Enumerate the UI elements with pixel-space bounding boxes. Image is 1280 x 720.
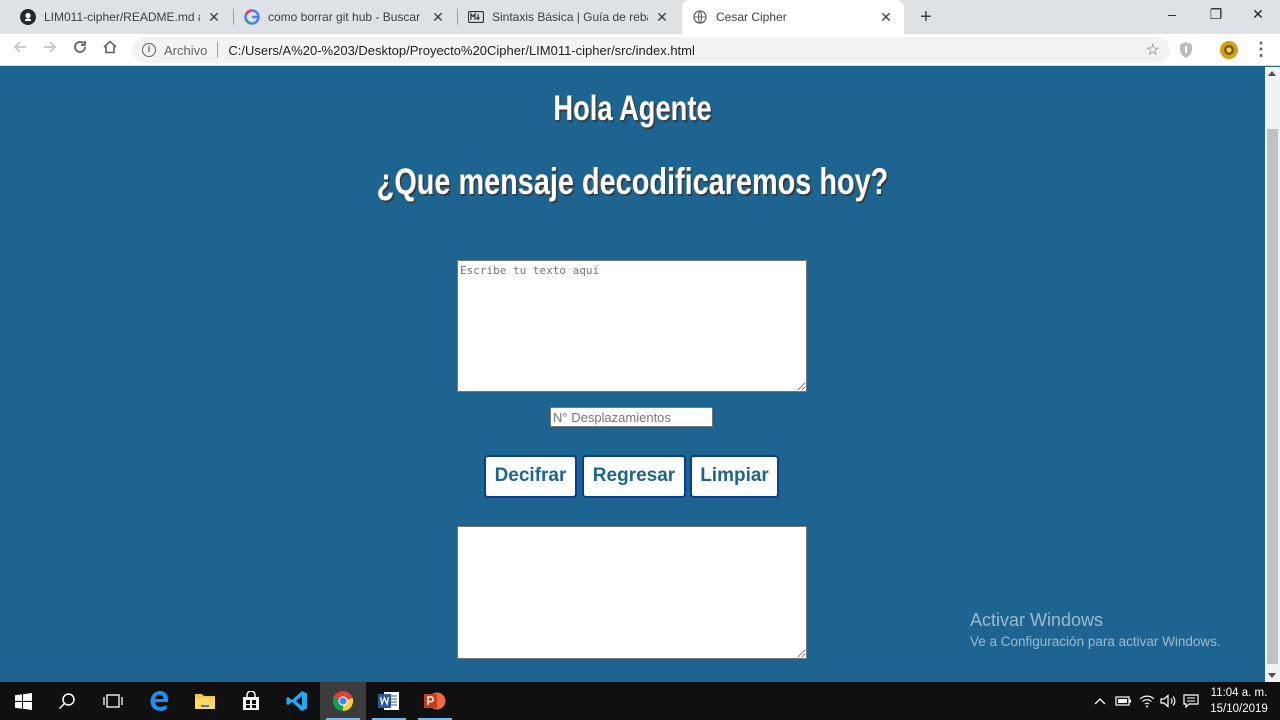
tab-strip: LIM011-cipher/README.md at m ✕ como borr… (0, 0, 1280, 34)
close-icon[interactable]: ✕ (430, 9, 446, 26)
action-center-icon (1183, 694, 1199, 708)
show-hidden-icons[interactable] (1094, 682, 1106, 720)
page-content: Hola Agente ¿Que mensaje decodificaremos… (0, 67, 1265, 682)
markdown-icon (468, 9, 484, 25)
forward-arrow-icon (44, 41, 57, 53)
tab-cesar-cipher[interactable]: Cesar Cipher ✕ (682, 0, 904, 34)
close-window-button[interactable]: ✕ (1236, 0, 1280, 30)
profile-avatar-icon[interactable] (1220, 41, 1238, 59)
windows-taskbar: 11:04 a. m. 15/10/2019 (0, 682, 1280, 720)
restore-button[interactable]: ❐ (1194, 0, 1238, 30)
address-bar[interactable]: i Archivo C:/Users/A%20-%203/Desktop/Pro… (132, 37, 1170, 63)
address-separator (217, 42, 219, 58)
scroll-down-icon[interactable] (1268, 673, 1276, 678)
windows-start-icon (14, 692, 32, 710)
tab-title: Sintaxis Básica | Guía de rebajas (492, 10, 648, 24)
task-view-button[interactable] (90, 682, 136, 720)
word-app[interactable] (366, 682, 412, 720)
message-input[interactable] (457, 260, 807, 392)
volume-tray[interactable] (1160, 682, 1178, 720)
search-icon (58, 693, 75, 710)
shift-count-input[interactable] (550, 407, 713, 427)
task-view-icon (103, 694, 123, 708)
search-button[interactable] (44, 682, 90, 720)
greeting-heading: Hola Agente (553, 89, 712, 128)
vscode-icon (286, 691, 307, 711)
battery-tray[interactable] (1115, 682, 1133, 720)
scrollbar-thumb[interactable] (1267, 129, 1278, 664)
battery-plug-icon (1115, 696, 1131, 706)
home-button[interactable] (98, 38, 122, 62)
bookmark-star-icon[interactable]: ☆ (1146, 40, 1160, 60)
word-icon (378, 692, 399, 710)
tab-google-search[interactable]: como borrar git hub - Buscar cor ✕ (234, 0, 456, 34)
tab-markdown-guide[interactable]: Sintaxis Básica | Guía de rebajas ✕ (458, 0, 680, 34)
reload-button[interactable] (68, 38, 92, 62)
back-button[interactable] (8, 38, 32, 62)
tab-title: Cesar Cipher (716, 10, 787, 24)
question-heading: ¿Que mensaje decodificaremos hoy? (376, 161, 889, 202)
file-explorer-app[interactable] (182, 682, 228, 720)
wifi-icon (1139, 695, 1155, 708)
chrome-app[interactable] (320, 682, 366, 720)
clock-time: 11:04 a. m. (1210, 687, 1268, 699)
clock-date: 15/10/2019 (1210, 703, 1268, 715)
tab-title: como borrar git hub - Buscar cor (268, 10, 424, 24)
github-icon (20, 9, 36, 25)
browser-toolbar: i Archivo C:/Users/A%20-%203/Desktop/Pro… (0, 34, 1280, 66)
back-button-page[interactable]: Regresar (582, 455, 686, 498)
store-icon (243, 691, 259, 710)
vscode-app[interactable] (274, 682, 320, 720)
decipher-button[interactable]: Decifrar (484, 455, 577, 498)
start-button[interactable] (0, 682, 46, 720)
result-output[interactable] (457, 526, 807, 659)
home-icon (103, 40, 117, 54)
powerpoint-app[interactable] (412, 682, 458, 720)
globe-icon (692, 9, 708, 25)
edge-app[interactable] (136, 682, 182, 720)
new-tab-button[interactable]: + (914, 5, 938, 29)
store-app[interactable] (228, 682, 274, 720)
more-menu-icon[interactable]: ⋮ (1252, 39, 1270, 61)
vertical-scrollbar[interactable] (1265, 67, 1280, 682)
close-icon[interactable]: ✕ (206, 9, 222, 26)
info-icon[interactable]: i (142, 43, 156, 57)
url-text[interactable]: C:/Users/A%20-%203/Desktop/Proyecto%20Ci… (228, 43, 695, 58)
tab-title: LIM011-cipher/README.md at m (44, 10, 200, 24)
scroll-up-icon[interactable] (1268, 71, 1276, 76)
network-tray[interactable] (1139, 682, 1155, 720)
activate-windows-title: Activar Windows (970, 610, 1104, 630)
edge-icon (150, 691, 169, 711)
reload-icon (74, 41, 86, 53)
scheme-label: Archivo (164, 42, 208, 58)
speaker-icon (1160, 694, 1176, 708)
forward-button[interactable] (38, 38, 62, 62)
clear-button[interactable]: Limpiar (690, 455, 779, 498)
activate-windows-subtitle: Ve a Configuración para activar Windows. (970, 634, 1221, 649)
tab-github-readme[interactable]: LIM011-cipher/README.md at m ✕ (10, 0, 232, 34)
system-clock[interactable]: 11:04 a. m. 15/10/2019 (1206, 685, 1272, 717)
powerpoint-icon (424, 692, 446, 710)
chevron-up-icon (1094, 698, 1106, 705)
chrome-icon (332, 691, 354, 712)
file-explorer-icon (195, 694, 215, 709)
notifications-tray[interactable] (1183, 682, 1199, 720)
back-arrow-icon (13, 41, 26, 53)
google-icon (244, 9, 260, 25)
close-icon[interactable]: ✕ (878, 9, 894, 26)
shield-extension-icon[interactable] (1178, 41, 1196, 59)
minimize-button[interactable]: – (1150, 0, 1194, 30)
close-icon[interactable]: ✕ (654, 9, 670, 26)
